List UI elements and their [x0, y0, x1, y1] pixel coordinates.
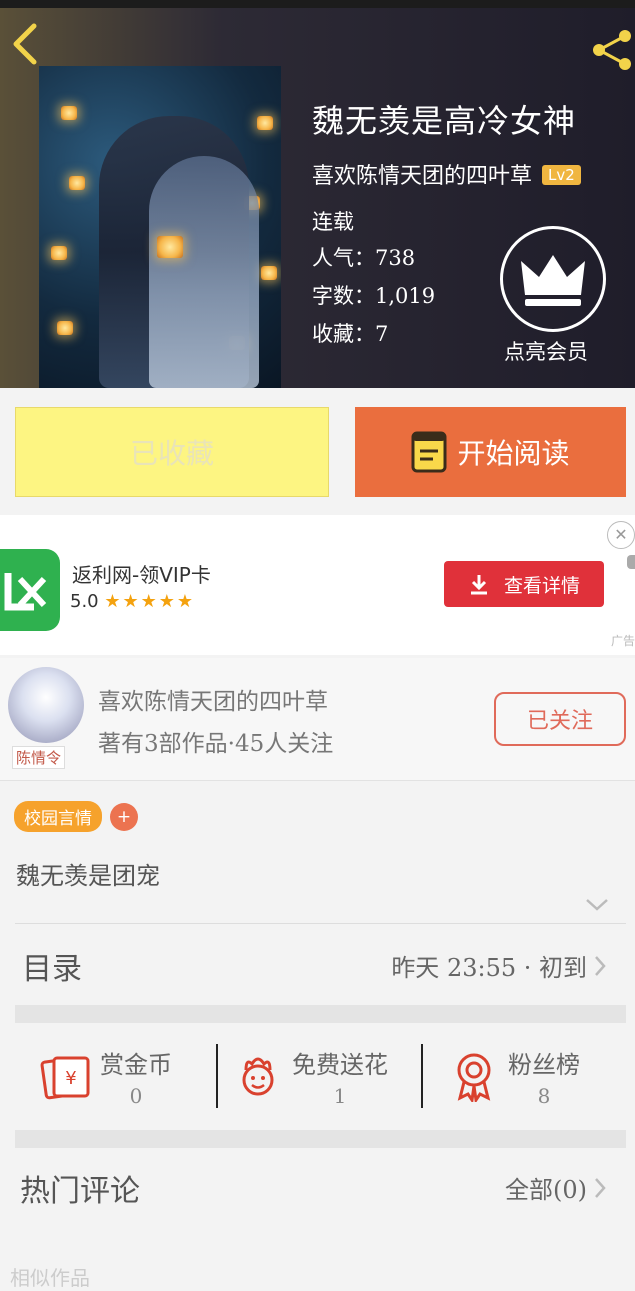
book-favorites: 收藏：7 [312, 322, 389, 346]
chevron-down-icon [586, 899, 608, 911]
all-comments-link[interactable]: 全部(0) [505, 1170, 587, 1205]
book-header: 魏无羡是高冷女神 喜欢陈情天团的四叶草 Lv2 连载 人气：738 字数：1,01… [0, 8, 635, 388]
reward-coins-button[interactable]: ¥ 赏金币 0 [40, 1024, 172, 1128]
reward-count: 0 [129, 1083, 143, 1108]
section-band [15, 1130, 626, 1148]
similar-works-heading: 相似作品 [10, 1266, 90, 1290]
star-rating-icon: ★★★★★ [104, 591, 196, 612]
section-band [15, 1005, 626, 1023]
divider [15, 923, 626, 924]
book-popularity: 人气：738 [312, 246, 416, 270]
ad-view-details-button[interactable]: 查看详情 [444, 561, 604, 607]
book-summary: 魏无羡是团宠 [16, 862, 160, 890]
expand-summary-button[interactable] [584, 897, 610, 913]
start-reading-button[interactable]: 开始阅读 [355, 407, 626, 497]
toc-label: 目录 [22, 952, 82, 987]
vip-button[interactable] [500, 226, 606, 332]
add-tag-button[interactable]: + [110, 802, 138, 831]
fans-ranking-button[interactable]: 粉丝榜 8 [448, 1024, 580, 1128]
fans-count: 8 [537, 1083, 551, 1108]
app-logo-icon [0, 549, 60, 631]
book-status: 连载 [312, 210, 354, 234]
book-cover-image [39, 66, 281, 388]
fans-label: 粉丝榜 [508, 1050, 580, 1079]
download-icon [470, 575, 487, 595]
flowers-label: 免费送花 [292, 1050, 388, 1079]
action-bar: ¥ 赏金币 0 免费送花 1 粉丝榜 8 [0, 1024, 635, 1128]
award-ribbon-icon [457, 1053, 491, 1102]
divider [421, 1044, 423, 1108]
divider [216, 1044, 218, 1108]
reward-label: 赏金币 [100, 1050, 172, 1079]
book-author-line: 喜欢陈情天团的四叶草 Lv2 [312, 158, 581, 190]
book-author[interactable]: 喜欢陈情天团的四叶草 [312, 164, 532, 189]
share-icon [593, 30, 631, 70]
avatar[interactable] [8, 667, 84, 743]
genre-tag[interactable]: 校园言情 [14, 801, 102, 832]
cover-figure [149, 156, 259, 388]
ad-close-button[interactable]: ✕ [607, 521, 635, 549]
start-reading-label: 开始阅读 [457, 437, 570, 470]
send-flowers-button[interactable]: 免费送花 1 [232, 1024, 388, 1128]
ad-indicator [627, 555, 635, 569]
comments-label: 热门评论 [20, 1174, 140, 1209]
status-bar [0, 0, 635, 8]
chevron-right-icon [595, 956, 606, 976]
back-button[interactable] [6, 22, 42, 66]
hot-comments-row[interactable]: 热门评论 全部(0) [0, 1150, 635, 1226]
ad-banner[interactable]: 返利网-领VIP卡 5.0 ★★★★★ 查看详情 ✕ 广告 [0, 515, 635, 655]
book-word-count: 字数：1,019 [312, 284, 436, 308]
flowers-count: 1 [333, 1083, 347, 1108]
level-badge: Lv2 [542, 165, 581, 185]
author-meta: 著有3部作品·45人关注 [98, 731, 334, 757]
toc-latest-update: 昨天 23:55 · 初到 [391, 954, 587, 982]
book-icon [411, 431, 447, 473]
ad-app-name: 返利网-领VIP卡 [72, 563, 211, 587]
author-card: 陈情令 喜欢陈情天团的四叶草 著有3部作品·45人关注 已关注 [0, 658, 635, 781]
ad-rating: 5.0 ★★★★★ [70, 591, 195, 612]
svg-text:¥: ¥ [65, 1068, 76, 1089]
ad-tag: 广告 [610, 634, 635, 648]
red-envelope-icon: ¥ [40, 1056, 90, 1100]
book-title: 魏无羡是高冷女神 [312, 102, 577, 140]
follow-button[interactable]: 已关注 [494, 692, 626, 746]
tag-list: 校园言情 + [14, 801, 138, 832]
ad-cta-label: 查看详情 [503, 574, 580, 597]
collected-button[interactable]: 已收藏 [15, 407, 329, 497]
crown-icon [521, 255, 585, 306]
ad-rating-value: 5.0 [70, 591, 99, 612]
vip-label[interactable]: 点亮会员 [504, 336, 588, 366]
flower-icon [242, 1057, 274, 1096]
avatar-tag: 陈情令 [12, 746, 66, 769]
table-of-contents-row[interactable]: 目录 昨天 23:55 · 初到 [0, 930, 635, 1000]
share-button[interactable] [589, 28, 635, 72]
chevron-left-icon [13, 23, 37, 65]
author-name[interactable]: 喜欢陈情天团的四叶草 [98, 682, 328, 716]
chevron-right-icon [595, 1178, 606, 1198]
